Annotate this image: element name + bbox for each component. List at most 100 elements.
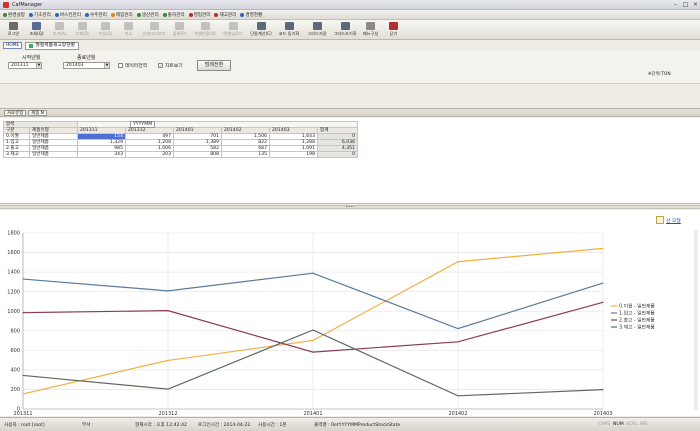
splitter[interactable] bbox=[0, 205, 700, 209]
grid-cell-value[interactable]: 808 bbox=[173, 151, 222, 158]
tab-active[interactable]: 월별제품재고량현황 bbox=[25, 41, 80, 50]
tab-active-label: 월별제품재고량현황 bbox=[35, 43, 76, 48]
data-grid: 항목 YYYYMM 구분 제품유형 201311 201312 201401 201402 20… bbox=[3, 121, 358, 158]
pivot-option[interactable]: 데이터전역 bbox=[118, 62, 147, 69]
toolbar-icon bbox=[149, 22, 159, 30]
y-tick-label: 400 bbox=[10, 367, 20, 373]
menu-item-label: 재고관리 bbox=[219, 12, 237, 18]
grid-cell-code[interactable]: 3.재고 bbox=[3, 151, 30, 158]
toolbar-button[interactable]: 삭제(D) bbox=[71, 20, 94, 39]
y-tick-label: 600 bbox=[10, 348, 20, 354]
toolbar-button-label: 엑셀업로드 bbox=[223, 31, 243, 36]
toolbar-button[interactable]: 그리드초기화 bbox=[331, 20, 359, 39]
toolbar-button-label: 인쇄미리보기 bbox=[142, 31, 166, 36]
chart-scrollbar[interactable] bbox=[694, 230, 698, 410]
menu-icon bbox=[3, 12, 7, 17]
group-chip-product[interactable]: 제품 N bbox=[28, 109, 47, 116]
chart-checkbox[interactable]: ✓ bbox=[158, 63, 163, 68]
toolbar-button-label: 조회(Q) bbox=[29, 31, 44, 36]
toolbar-button[interactable]: 엑셀변환(X) bbox=[191, 20, 219, 39]
toolbar-button[interactable]: 그리드저장 bbox=[303, 20, 331, 39]
toolbar-button-label: 삭제(D) bbox=[75, 31, 90, 36]
group-chip-type[interactable]: 자료유형 bbox=[4, 109, 27, 116]
toolbar-icon bbox=[32, 22, 41, 30]
toolbar-button[interactable]: 단중계산(C) bbox=[247, 20, 275, 39]
toolbar-icon bbox=[366, 22, 375, 30]
y-tick-label: 1000 bbox=[7, 309, 20, 315]
menu-item[interactable]: 바스킨관리 bbox=[54, 12, 81, 18]
minimize-button[interactable]: – bbox=[671, 1, 680, 9]
toolbar-button[interactable]: 조회(Q) bbox=[25, 20, 48, 39]
menu-item[interactable]: 매입관리 bbox=[110, 12, 133, 18]
menu-item[interactable]: 출하관리 bbox=[162, 12, 185, 18]
toolbar-button[interactable]: 취소 bbox=[117, 20, 140, 39]
maximize-button[interactable]: □ bbox=[681, 1, 690, 9]
y-tick-label: 1800 bbox=[7, 231, 20, 237]
toolbar-icon bbox=[175, 22, 184, 30]
toolbar-button[interactable]: 로그인 bbox=[2, 20, 25, 39]
toolbar-button[interactable]: 추가(A) bbox=[48, 20, 71, 39]
status-scrl: SCRL bbox=[626, 422, 638, 427]
status-time: 현재시각 : 오후 12:42:42 bbox=[135, 423, 187, 428]
grid-cell-value[interactable]: 343 bbox=[77, 151, 126, 158]
grid-cell-total[interactable]: 0 bbox=[317, 151, 358, 158]
toolbar-button-label: 엑셀변환(X) bbox=[194, 31, 216, 36]
toolbar-button-label: 출력(P) bbox=[172, 31, 187, 36]
end-month-combo[interactable]: 201403 ▼ bbox=[63, 62, 110, 69]
chart-option[interactable]: ✓ 차트보기 bbox=[158, 62, 183, 69]
pivot-chip[interactable]: YYYYMM bbox=[130, 121, 156, 128]
grid-cell-value[interactable]: 198 bbox=[269, 151, 318, 158]
toolbar-button[interactable]: 출력(P) bbox=[168, 20, 191, 39]
menu-item[interactable]: 기초관리 bbox=[28, 12, 51, 18]
data-point bbox=[167, 388, 169, 390]
status-login: 로그인시간 : 2014-04-22 bbox=[198, 423, 251, 428]
toolbar-button[interactable]: 인쇄미리보기 bbox=[140, 20, 168, 39]
close-window-button[interactable]: × bbox=[691, 1, 700, 9]
toolbar-icon bbox=[340, 22, 350, 30]
menu-item[interactable]: 생산관리 bbox=[136, 12, 159, 18]
toolbar-icon bbox=[284, 22, 294, 30]
menu-icon bbox=[110, 12, 115, 17]
x-tick-label: 201401 bbox=[303, 411, 322, 416]
toolbar-button[interactable]: 엑셀업로드 bbox=[219, 20, 247, 39]
start-month-combo[interactable]: 201311 ▼ bbox=[8, 62, 42, 69]
data-point bbox=[602, 282, 604, 284]
menu-item[interactable]: 영업관리 bbox=[188, 12, 210, 18]
chevron-down-icon[interactable]: ▼ bbox=[104, 63, 109, 68]
toolbar-icon bbox=[312, 22, 322, 30]
toolbar-button-label: 추가(A) bbox=[52, 31, 67, 36]
refresh-button[interactable]: 범례전환 bbox=[197, 60, 231, 71]
chart-type-link[interactable]: 선 모형 bbox=[656, 216, 681, 224]
chevron-down-icon[interactable]: ▼ bbox=[36, 63, 41, 68]
title-bar: CafManager – □ × bbox=[0, 0, 700, 10]
menu-item-label: 경영현황 bbox=[245, 12, 263, 18]
toolbar-icon bbox=[228, 22, 238, 30]
toolbar-button[interactable]: 코드 동기화 bbox=[275, 20, 303, 39]
menu-item[interactable]: 재고관리 bbox=[214, 12, 236, 18]
y-tick-label: 200 bbox=[10, 387, 20, 393]
legend-label: 3.재고 - 일반제품 bbox=[619, 324, 655, 331]
data-point bbox=[22, 278, 24, 280]
menu-item[interactable]: 수주관리 bbox=[84, 12, 107, 18]
app-icon bbox=[3, 2, 9, 8]
data-point bbox=[22, 393, 24, 395]
menu-item[interactable]: 환경설정 bbox=[3, 12, 25, 18]
pivot-checkbox[interactable] bbox=[118, 63, 123, 68]
menu-icon bbox=[240, 12, 245, 17]
menu-item[interactable]: 경영현황 bbox=[240, 12, 262, 18]
data-point bbox=[457, 261, 459, 263]
toolbar-button[interactable]: 닫기 bbox=[382, 20, 405, 39]
y-tick-label: 1400 bbox=[7, 270, 20, 276]
grid-cell-value[interactable]: 203 bbox=[125, 151, 174, 158]
grid-cell-value[interactable]: 135 bbox=[221, 151, 270, 158]
menu-item-label: 출하관리 bbox=[167, 12, 185, 18]
tab-home[interactable]: HOME bbox=[3, 42, 23, 49]
grid-cell-type[interactable]: 일반제품 bbox=[29, 151, 78, 158]
toolbar-button[interactable]: 저장(S) bbox=[94, 20, 117, 39]
start-month-label: 시작년월 bbox=[22, 55, 41, 61]
toolbar-button[interactable]: 메뉴구성 bbox=[359, 20, 382, 39]
toolbar-button-label: 로그인 bbox=[7, 31, 20, 36]
y-tick-label: 800 bbox=[10, 328, 20, 334]
table-row[interactable]: 3.재고 일반제품 343 203 808 135 198 0 bbox=[3, 151, 358, 158]
data-point bbox=[312, 339, 314, 342]
